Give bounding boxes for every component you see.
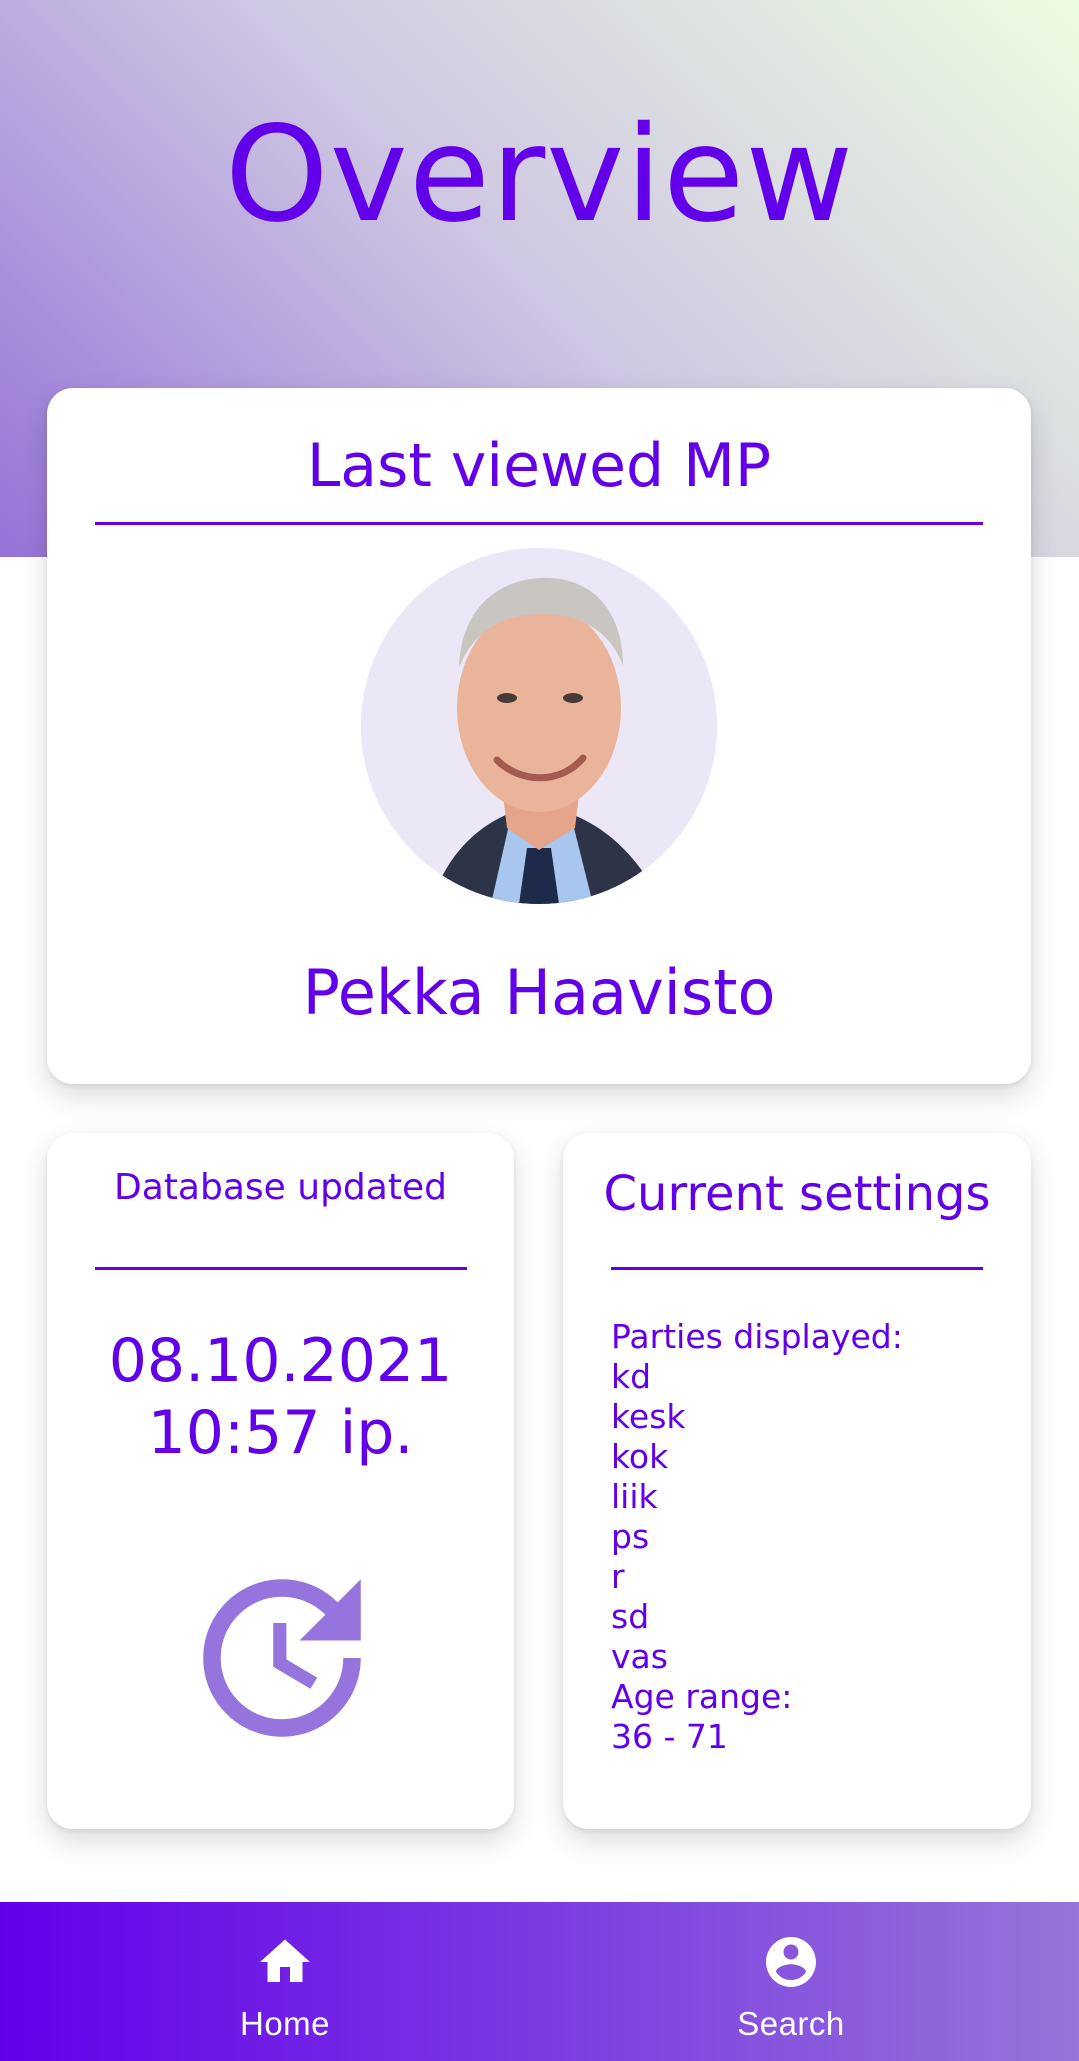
party-item: ps xyxy=(611,1517,650,1556)
bottom-navigation: Home Search xyxy=(0,1902,1079,2061)
age-range-value: 36 - 71 xyxy=(611,1717,728,1756)
database-heading: Database updated xyxy=(114,1167,447,1208)
last-viewed-heading: Last viewed MP xyxy=(306,431,772,501)
age-range-label: Age range: xyxy=(611,1677,793,1716)
party-item: vas xyxy=(611,1637,668,1676)
nav-home[interactable]: Home xyxy=(135,1902,435,2061)
settings-divider xyxy=(611,1267,983,1270)
nav-search[interactable]: Search xyxy=(641,1902,941,2061)
nav-search-label: Search xyxy=(737,2005,845,2042)
party-item: kesk xyxy=(611,1397,686,1436)
page-title: Overview xyxy=(224,98,855,252)
party-item: r xyxy=(611,1557,625,1596)
update-clock-icon[interactable] xyxy=(177,1553,387,1763)
settings-list: Parties displayed: kd kesk kok liik ps r… xyxy=(611,1317,903,1757)
party-item: kok xyxy=(611,1437,669,1476)
nav-home-label: Home xyxy=(239,2005,331,2042)
database-divider xyxy=(95,1267,467,1270)
parties-label: Parties displayed: xyxy=(611,1317,903,1356)
update-time: 10:57 ip. xyxy=(147,1398,414,1468)
update-date: 08.10.2021 xyxy=(108,1326,453,1396)
account-circle-icon xyxy=(766,1937,816,1987)
party-item: kd xyxy=(611,1357,652,1396)
last-viewed-mp-card[interactable]: Last viewed MP Pekka Haavisto xyxy=(47,388,1031,1084)
mp-portrait xyxy=(361,548,717,904)
database-updated-card[interactable]: Database updated 08.10.2021 10:57 ip. xyxy=(47,1133,514,1829)
mp-name[interactable]: Pekka Haavisto xyxy=(47,948,1031,1038)
home-icon xyxy=(260,1939,310,1982)
current-settings-card[interactable]: Current settings Parties displayed: kd k… xyxy=(563,1133,1031,1829)
last-viewed-divider xyxy=(95,522,983,525)
party-item: sd xyxy=(611,1597,650,1636)
settings-heading: Current settings xyxy=(603,1166,991,1222)
party-item: liik xyxy=(611,1477,658,1516)
